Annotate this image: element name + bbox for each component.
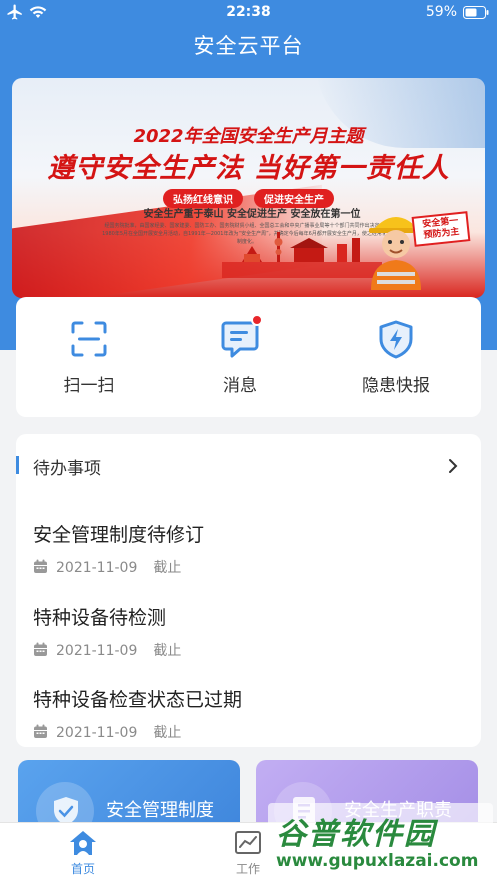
todo-title: 待办事项 <box>33 459 101 479</box>
chart-icon <box>235 831 261 854</box>
todo-item[interactable]: 安全管理制度待修订 2021-11-09 截止 <box>33 520 463 576</box>
tab-home[interactable]: 首页 <box>43 829 123 877</box>
banner-main-slogan: 遵守安全生产法 当好第一责任人 <box>47 153 450 184</box>
todo-item[interactable]: 特种设备待检测 2021-11-09 截止 <box>33 603 463 659</box>
todo-item-date: 2021-11-09 <box>56 643 138 659</box>
todo-item-meta: 2021-11-09 截止 <box>33 557 463 576</box>
watermark-url: www.gupuxlazai.com <box>276 851 479 871</box>
todo-item-title: 特种设备待检测 <box>33 607 167 629</box>
watermark: 谷普软件园 www.gupuxlazai.com <box>268 803 493 881</box>
calendar-icon <box>34 559 47 573</box>
todo-item-meta: 2021-11-09 截止 <box>33 722 463 741</box>
battery-icon <box>463 6 489 19</box>
shield-bolt-icon <box>379 320 413 359</box>
battery-percent: 59% <box>425 4 457 20</box>
watermark-brand: 谷普软件园 <box>276 817 436 852</box>
tile-label: 安全管理制度 <box>106 800 214 821</box>
quick-action-label: 消息 <box>223 376 257 396</box>
todo-item-meta: 2021-11-09 截止 <box>33 640 463 659</box>
status-time: 22:38 <box>226 4 271 20</box>
section-accent-bar <box>16 456 19 474</box>
calendar-icon <box>34 724 47 738</box>
todo-item-date: 2021-11-09 <box>56 725 138 741</box>
todo-card: 待办事项 安全管理制度待修订 2021-11-09 截止 特种设备待检测 2021… <box>16 434 481 747</box>
banner[interactable]: 2022年全国安全生产月主题 遵守安全生产法 当好第一责任人 弘扬红线意识 促进… <box>12 78 485 298</box>
todo-item-date: 2021-11-09 <box>56 560 138 576</box>
quick-action-label: 隐患快报 <box>362 376 430 396</box>
tab-label: 首页 <box>70 862 95 876</box>
status-bar: 22:38 59% <box>0 0 497 26</box>
chevron-right-icon[interactable] <box>447 458 459 474</box>
quick-action-message[interactable]: 消息 <box>180 314 300 396</box>
unread-dot <box>251 314 263 326</box>
quick-action-hazard-report[interactable]: 隐患快报 <box>336 319 456 396</box>
todo-item-status: 截止 <box>153 643 182 659</box>
todo-item-status: 截止 <box>153 560 182 576</box>
quick-action-label: 扫一扫 <box>63 376 115 396</box>
home-icon <box>70 831 96 855</box>
calendar-icon <box>34 642 47 656</box>
banner-badge: 安全第一预防为主 <box>411 211 471 247</box>
quick-action-scan[interactable]: 扫一扫 <box>29 319 149 396</box>
quick-actions-card: 扫一扫 消息 隐患快报 <box>16 297 481 417</box>
todo-item-title: 特种设备检查状态已过期 <box>33 689 243 711</box>
app-title: 安全云平台 <box>193 34 304 58</box>
message-icon-wrap <box>220 314 263 359</box>
todo-item-status: 截止 <box>153 725 182 741</box>
skyline-icon <box>222 232 382 278</box>
todo-header[interactable]: 待办事项 <box>16 454 481 479</box>
todo-item-title: 安全管理制度待修订 <box>33 524 205 546</box>
todo-item[interactable]: 特种设备检查状态已过期 2021-11-09 截止 <box>33 685 463 741</box>
scan-icon <box>71 321 107 357</box>
banner-year-theme: 2022年全国安全生产月主题 <box>133 126 364 147</box>
